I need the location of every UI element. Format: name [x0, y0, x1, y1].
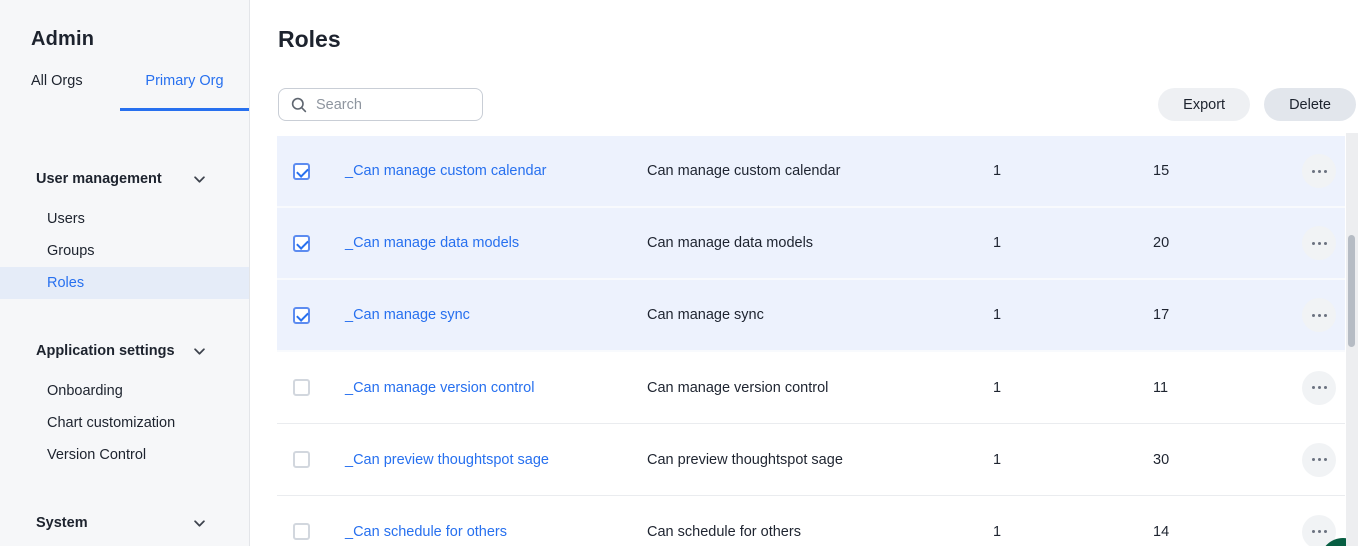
- role-count2: 15: [1153, 163, 1293, 179]
- role-count2: 14: [1153, 524, 1293, 540]
- row-checkbox-checked[interactable]: [293, 235, 310, 252]
- role-name-link[interactable]: _Can manage version control: [345, 380, 647, 396]
- table-row: _Can schedule for others Can schedule fo…: [277, 496, 1345, 546]
- row-menu-button[interactable]: [1302, 154, 1336, 188]
- section-items: Users Groups Roles: [0, 203, 249, 299]
- section-items: Onboarding Chart customization Version C…: [0, 375, 249, 471]
- sidebar-title: Admin: [31, 28, 249, 51]
- table-row: _Can manage custom calendar Can manage c…: [277, 136, 1345, 208]
- table-row: _Can manage data models Can manage data …: [277, 208, 1345, 280]
- role-description: Can manage data models: [647, 235, 993, 251]
- row-checkbox-unchecked[interactable]: [293, 379, 310, 396]
- role-count1: 1: [993, 380, 1153, 396]
- sidebar-item-version-control[interactable]: Version Control: [0, 439, 249, 471]
- section-application-settings: Application settings Onboarding Chart cu…: [0, 333, 249, 471]
- row-menu-button[interactable]: [1302, 298, 1336, 332]
- role-count2: 30: [1153, 452, 1293, 468]
- table-row: _Can manage sync Can manage sync 1 17: [277, 280, 1345, 352]
- role-description: Can schedule for others: [647, 524, 993, 540]
- section-label: User management: [36, 171, 162, 187]
- delete-button[interactable]: Delete: [1264, 88, 1356, 121]
- role-name-link[interactable]: _Can manage sync: [345, 307, 647, 323]
- tab-primary-org[interactable]: Primary Org: [120, 73, 249, 111]
- table-row: _Can manage version control Can manage v…: [277, 352, 1345, 424]
- role-name-link[interactable]: _Can manage data models: [345, 235, 647, 251]
- toolbar: Export Delete: [278, 88, 1356, 121]
- row-menu-button[interactable]: [1302, 371, 1336, 405]
- role-count2: 17: [1153, 307, 1293, 323]
- row-checkbox-unchecked[interactable]: [293, 451, 310, 468]
- role-count2: 20: [1153, 235, 1293, 251]
- scrollbar-thumb[interactable]: [1348, 235, 1355, 347]
- chevron-down-icon: [194, 520, 205, 527]
- scrollbar-track[interactable]: [1346, 133, 1358, 546]
- role-count1: 1: [993, 524, 1153, 540]
- page-title: Roles: [278, 26, 1358, 53]
- org-tabs: All Orgs Primary Org: [0, 73, 249, 111]
- role-count2: 11: [1153, 380, 1293, 396]
- roles-table: _Can manage custom calendar Can manage c…: [277, 136, 1345, 546]
- role-count1: 1: [993, 307, 1153, 323]
- role-count1: 1: [993, 235, 1153, 251]
- table-row: _Can preview thoughtspot sage Can previe…: [277, 424, 1345, 496]
- role-description: Can preview thoughtspot sage: [647, 452, 993, 468]
- section-label: System: [36, 515, 88, 531]
- role-count1: 1: [993, 163, 1153, 179]
- section-user-management: User management Users Groups Roles: [0, 161, 249, 299]
- chevron-down-icon: [194, 176, 205, 183]
- section-label: Application settings: [36, 343, 175, 359]
- row-checkbox-checked[interactable]: [293, 163, 310, 180]
- row-checkbox-checked[interactable]: [293, 307, 310, 324]
- tab-all-orgs[interactable]: All Orgs: [31, 73, 120, 111]
- role-description: Can manage version control: [647, 380, 993, 396]
- sidebar-item-groups[interactable]: Groups: [0, 235, 249, 267]
- admin-screen: Admin All Orgs Primary Org User manageme…: [0, 0, 1358, 546]
- role-name-link[interactable]: _Can manage custom calendar: [345, 163, 647, 179]
- row-checkbox-unchecked[interactable]: [293, 523, 310, 540]
- chevron-down-icon: [194, 348, 205, 355]
- search-box[interactable]: [278, 88, 483, 121]
- row-menu-button[interactable]: [1302, 226, 1336, 260]
- role-description: Can manage custom calendar: [647, 163, 993, 179]
- sidebar-item-users[interactable]: Users: [0, 203, 249, 235]
- role-description: Can manage sync: [647, 307, 993, 323]
- admin-sidebar: Admin All Orgs Primary Org User manageme…: [0, 0, 250, 546]
- sidebar-item-chart-customization[interactable]: Chart customization: [0, 407, 249, 439]
- section-header-application-settings[interactable]: Application settings: [0, 333, 249, 369]
- role-count1: 1: [993, 452, 1153, 468]
- sidebar-item-onboarding[interactable]: Onboarding: [0, 375, 249, 407]
- main-content: Roles Export Delete _Can manage custom c…: [251, 0, 1358, 546]
- row-menu-button[interactable]: [1302, 443, 1336, 477]
- search-icon: [291, 97, 307, 113]
- section-header-system[interactable]: System: [0, 505, 249, 541]
- sidebar-item-roles[interactable]: Roles: [0, 267, 249, 299]
- search-input[interactable]: [316, 97, 466, 113]
- section-header-user-management[interactable]: User management: [0, 161, 249, 197]
- role-name-link[interactable]: _Can schedule for others: [345, 524, 647, 540]
- section-system: System: [0, 505, 249, 541]
- role-name-link[interactable]: _Can preview thoughtspot sage: [345, 452, 647, 468]
- export-button[interactable]: Export: [1158, 88, 1250, 121]
